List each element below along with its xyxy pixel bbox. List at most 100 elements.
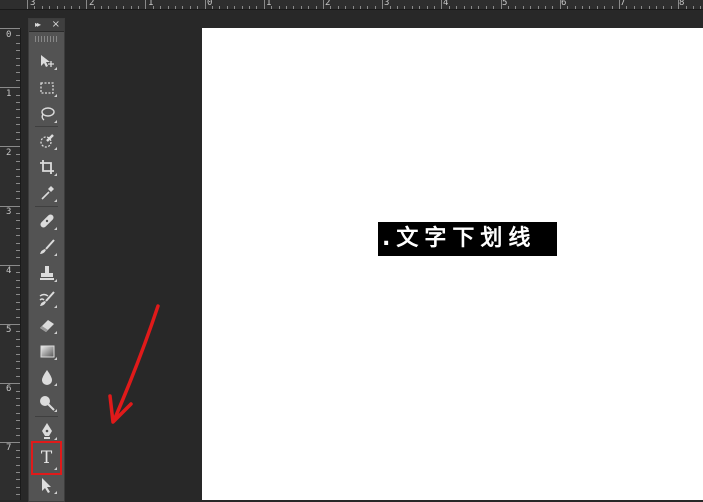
submenu-indicator (54, 409, 57, 412)
eraser-icon (39, 320, 54, 332)
ruler-tick (197, 6, 198, 9)
ruler-tick (16, 280, 20, 281)
ruler-tick (16, 339, 20, 340)
submenu-indicator (54, 467, 57, 470)
ruler-tick (16, 243, 20, 244)
ruler-tick (493, 6, 494, 9)
move-tool[interactable] (33, 49, 60, 73)
ruler-tick (16, 413, 20, 414)
crop-tool[interactable] (33, 155, 60, 179)
ruler-tick (582, 6, 583, 9)
lasso-tool[interactable] (33, 102, 60, 126)
document-canvas[interactable]: .文字下划线 (202, 28, 703, 500)
submenu-indicator (54, 199, 57, 202)
ruler-number: 2 (6, 148, 12, 158)
eyedropper-icon (40, 186, 54, 200)
ruler-tick (0, 146, 20, 147)
ruler-tick (501, 0, 502, 9)
gradient-tool[interactable] (33, 339, 60, 363)
pen-icon (41, 423, 52, 439)
ruler-tick (16, 124, 20, 125)
gradient-icon (40, 345, 54, 358)
rectangular-marquee-tool[interactable] (33, 76, 60, 100)
ruler-tick (131, 6, 132, 9)
vertical-ruler[interactable]: 0 1 2 3 4 5 6 7 (0, 28, 21, 500)
ruler-tick (219, 6, 220, 9)
ruler-tick (264, 0, 265, 9)
quick-selection-icon (39, 134, 54, 148)
ruler-tick (663, 6, 664, 9)
ruler-tick (345, 6, 346, 9)
ruler-tick (16, 43, 20, 44)
ruler-tick (530, 6, 531, 9)
brush-tool[interactable] (33, 235, 60, 259)
ruler-tick (427, 6, 428, 9)
ruler-tick (412, 6, 413, 9)
ruler-tick (390, 6, 391, 9)
ruler-tick (86, 0, 87, 9)
ruler-tick (16, 494, 20, 495)
ruler-tick (16, 198, 20, 199)
ruler-number: 1 (6, 89, 12, 99)
ruler-tick (16, 72, 20, 73)
crop-icon (39, 160, 54, 174)
close-panel-button[interactable]: × (52, 19, 60, 31)
ruler-number: 0 (6, 30, 12, 40)
ruler-tick (16, 317, 20, 318)
ruler-tick (16, 161, 20, 162)
ruler-tick (552, 6, 553, 9)
annotation-arrow (108, 304, 160, 424)
ruler-tick (16, 183, 20, 184)
clone-stamp-tool[interactable] (33, 261, 60, 285)
ruler-tick (456, 6, 457, 9)
ruler-tick (478, 6, 479, 9)
ruler-tick (678, 0, 679, 9)
healing-brush-tool[interactable] (33, 209, 60, 233)
ruler-tick (323, 0, 324, 9)
ruler-tick (16, 132, 20, 133)
ruler-tick (57, 6, 58, 9)
tools-panel-header[interactable]: ▸▸ × (29, 19, 64, 32)
ruler-tick (16, 457, 20, 458)
ruler-tick (16, 398, 20, 399)
ruler-tick (16, 428, 20, 429)
blur-tool[interactable] (33, 365, 60, 389)
ruler-tick (116, 6, 117, 9)
collapse-panel-button[interactable]: ▸▸ (35, 19, 41, 31)
ruler-tick (375, 6, 376, 9)
ruler-tick (671, 6, 672, 9)
move-icon (40, 55, 54, 67)
ruler-tick (16, 405, 20, 406)
ruler-tick (16, 220, 20, 221)
ruler-tick (160, 6, 161, 9)
submenu-indicator (54, 437, 57, 440)
pen-tool[interactable] (33, 419, 60, 443)
type-tool[interactable]: T (31, 441, 62, 475)
history-brush-tool[interactable] (33, 287, 60, 311)
eyedropper-tool[interactable] (33, 181, 60, 205)
ruler-tick (16, 487, 20, 488)
text-layer[interactable]: .文字下划线 (378, 222, 557, 256)
submenu-indicator (54, 253, 57, 256)
path-selection-tool[interactable] (33, 473, 60, 497)
ruler-tick (16, 50, 20, 51)
ruler-tick (338, 6, 339, 9)
ruler-tick (0, 206, 20, 207)
ruler-tick (205, 0, 206, 9)
horizontal-ruler[interactable]: 3 2 1 0 1 2 3 4 5 6 7 8 (0, 0, 703, 10)
ruler-tick (16, 176, 20, 177)
dodge-tool[interactable] (33, 391, 60, 415)
quick-selection-tool[interactable] (33, 129, 60, 153)
ruler-tick (693, 6, 694, 9)
ruler-tick (612, 6, 613, 9)
ruler-number: 4 (443, 0, 449, 8)
ruler-tick (16, 117, 20, 118)
ruler-tick (279, 6, 280, 9)
ruler-tick (686, 6, 687, 9)
ruler-tick (16, 109, 20, 110)
ruler-tick (16, 80, 20, 81)
panel-grip[interactable] (35, 36, 58, 42)
ruler-tick (0, 265, 20, 266)
ruler-tick (16, 368, 20, 369)
eraser-tool[interactable] (33, 313, 60, 337)
